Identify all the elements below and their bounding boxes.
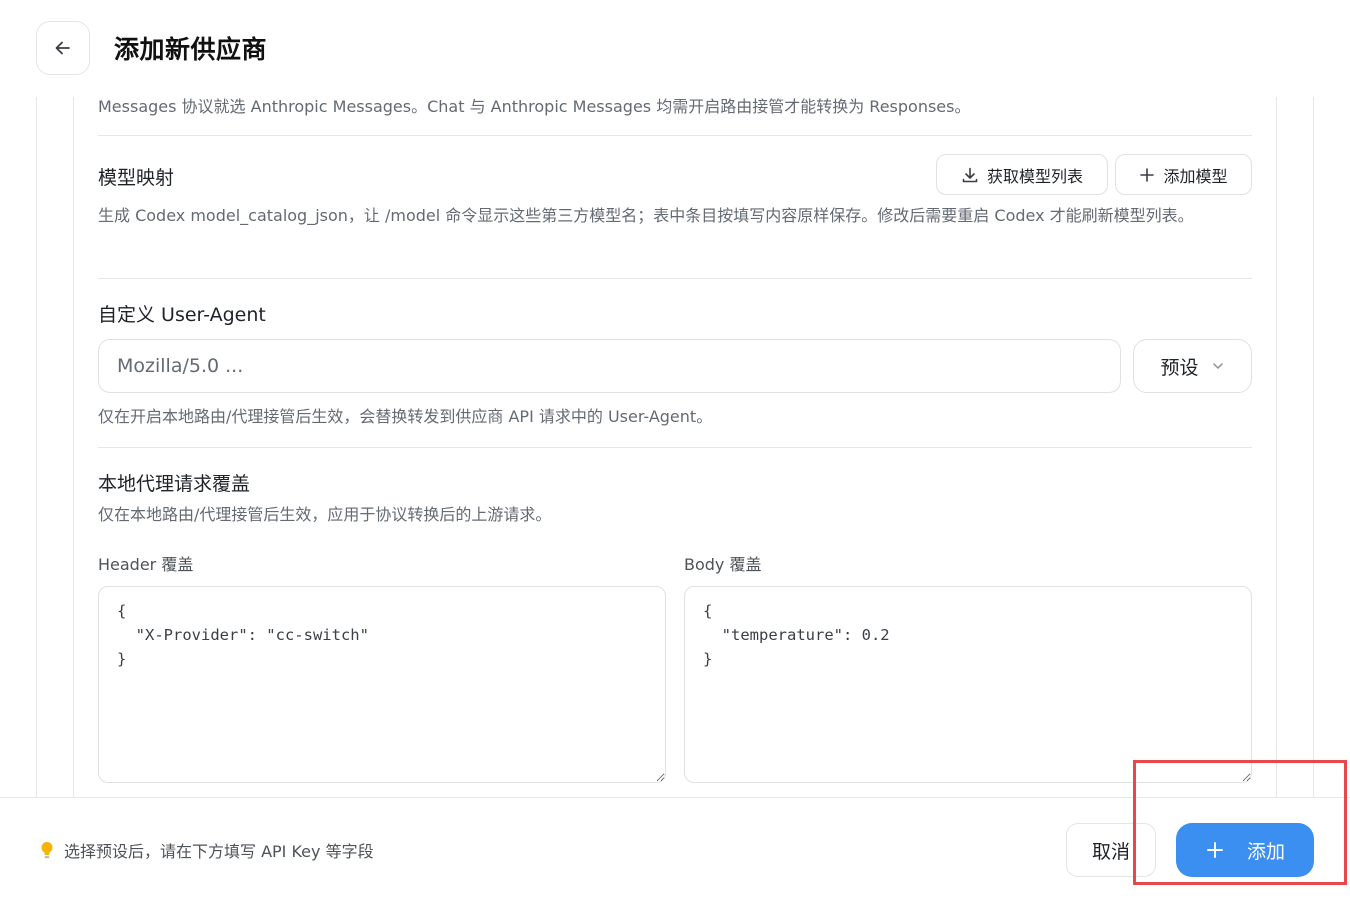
plus-icon bbox=[1140, 167, 1155, 182]
arrow-left-icon bbox=[55, 41, 70, 55]
fetch-models-label: 获取模型列表 bbox=[986, 168, 1083, 186]
preset-dropdown[interactable]: 预设 bbox=[1133, 339, 1252, 393]
plus-icon bbox=[1206, 842, 1223, 858]
preset-label: 预设 bbox=[1160, 357, 1199, 379]
body-override-editor[interactable] bbox=[684, 586, 1252, 783]
model-mapping-title: 模型映射 bbox=[98, 167, 175, 189]
cancel-button[interactable]: 取消 bbox=[1066, 823, 1156, 877]
form-content[interactable]: Messages 协议就选 Anthropic Messages。Chat 与 … bbox=[98, 97, 1252, 797]
page-header: 添加新供应商 bbox=[0, 0, 1350, 97]
user-agent-input[interactable] bbox=[98, 339, 1121, 393]
download-icon bbox=[962, 167, 978, 182]
divider bbox=[98, 447, 1252, 448]
fetch-models-button[interactable]: 获取模型列表 bbox=[936, 154, 1108, 195]
back-button[interactable] bbox=[36, 21, 90, 75]
add-model-button[interactable]: 添加模型 bbox=[1115, 154, 1252, 195]
proxy-override-description: 仅在本地路由/代理接管后生效，应用于协议转换后的上游请求。 bbox=[98, 505, 552, 524]
add-model-label: 添加模型 bbox=[1163, 168, 1228, 186]
lightbulb-icon bbox=[41, 841, 53, 859]
user-agent-description: 仅在开启本地路由/代理接管后生效，会替换转发到供应商 API 请求中的 User… bbox=[98, 407, 713, 426]
divider bbox=[98, 278, 1252, 279]
user-agent-title: 自定义 User-Agent bbox=[98, 304, 266, 326]
preset-hint-text: 选择预设后，请在下方填写 API Key 等字段 bbox=[64, 842, 374, 861]
footer-bar: 选择预设后，请在下方填写 API Key 等字段 取消 添加 bbox=[0, 797, 1350, 900]
add-button[interactable]: 添加 bbox=[1176, 823, 1314, 877]
page-title: 添加新供应商 bbox=[114, 35, 268, 64]
header-override-editor[interactable] bbox=[98, 586, 666, 783]
preset-hint: 选择预设后，请在下方填写 API Key 等字段 bbox=[38, 838, 374, 862]
header-override-label: Header 覆盖 bbox=[98, 555, 194, 574]
divider bbox=[98, 135, 1252, 136]
body-override-label: Body 覆盖 bbox=[684, 555, 762, 574]
model-mapping-description: 生成 Codex model_catalog_json，让 /model 命令显… bbox=[98, 206, 1194, 225]
chevron-down-icon bbox=[1212, 363, 1223, 369]
add-button-label: 添加 bbox=[1246, 840, 1285, 863]
proxy-override-title: 本地代理请求覆盖 bbox=[98, 473, 251, 495]
